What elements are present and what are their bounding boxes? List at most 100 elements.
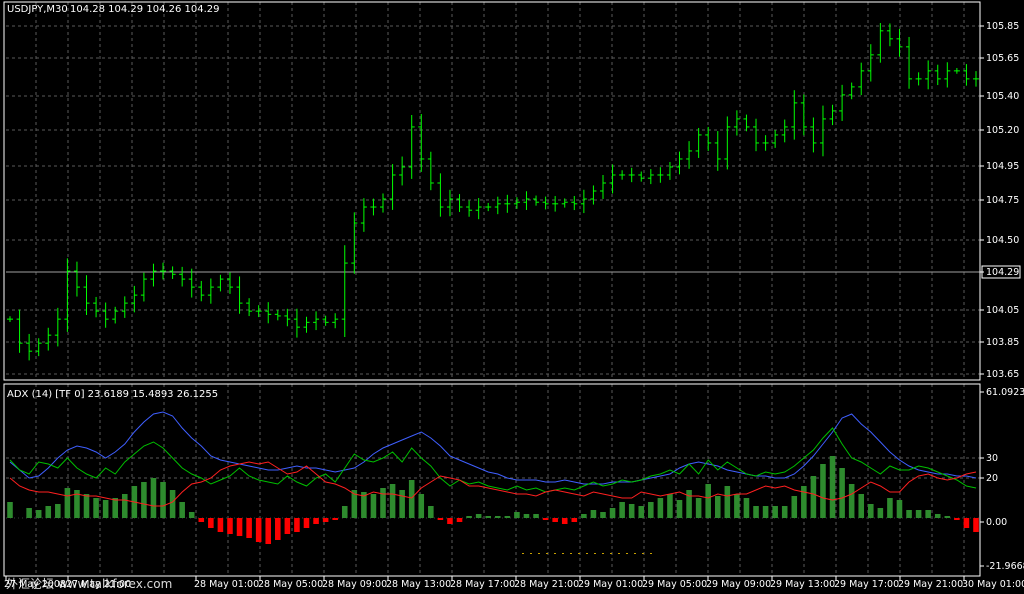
histogram-bar: [198, 518, 205, 522]
histogram-bar: [495, 516, 501, 518]
chart-canvas: 105.85 105.65 105.40 105.20 104.95 104.75 104.…: [0, 0, 1024, 594]
histogram-bar: [303, 518, 310, 528]
histogram-bar: [887, 498, 893, 518]
histogram-bar: [514, 512, 520, 518]
histogram-bar: [581, 514, 587, 518]
histogram-bar: [485, 516, 491, 518]
histogram-bar: [141, 482, 147, 518]
ohlc-label: 104.28 104.29 104.26 104.29: [70, 4, 220, 15]
histogram-bar: [734, 494, 740, 518]
marker-dot: [578, 553, 580, 554]
histogram-bar: [925, 510, 931, 518]
histogram-bar: [227, 518, 233, 534]
marker-dot: [618, 553, 620, 554]
histogram-bar: [475, 514, 482, 518]
price-tick-label: 104.75: [986, 195, 1019, 206]
time-tick-label: 29 May 05:00: [642, 579, 707, 590]
histogram-bar: [648, 502, 654, 518]
histogram-bar: [322, 518, 329, 522]
histogram-bar: [571, 518, 578, 522]
indicator-tick-label: 30: [986, 453, 998, 464]
histogram-bar: [829, 456, 836, 518]
histogram-bar: [963, 518, 970, 528]
time-tick-label: 28 May 17:00: [450, 579, 515, 590]
time-tick-label: 29 May 17:00: [834, 579, 899, 590]
histogram-bar: [7, 502, 13, 518]
histogram-bar: [389, 484, 396, 518]
indicator-tick-label: 0.00: [986, 517, 1007, 528]
time-tick-label: 29 May 13:00: [770, 579, 835, 590]
histogram-bar: [83, 494, 90, 518]
histogram-bar: [877, 508, 884, 518]
histogram-bar: [686, 490, 692, 518]
marker-dot: [602, 553, 604, 554]
histogram-bar: [657, 498, 664, 518]
marker-dot: [626, 553, 628, 554]
histogram-bar: [284, 518, 291, 534]
histogram-bar: [542, 518, 549, 520]
histogram-bar: [762, 506, 769, 518]
histogram-bar: [915, 510, 922, 518]
marker-dot: [554, 553, 556, 554]
histogram-bar: [609, 508, 616, 518]
histogram-bar: [896, 500, 903, 518]
histogram-bar: [102, 500, 109, 518]
marker-dot: [586, 553, 588, 554]
indicator-title: ADX (14) [TF 0] 23.6189 15.4893 26.1255: [7, 389, 218, 400]
histogram-bar: [341, 506, 348, 518]
histogram-bar: [313, 518, 319, 524]
marker-dot: [642, 553, 644, 554]
histogram-bar: [801, 486, 807, 518]
histogram-bar: [676, 500, 683, 518]
histogram-bar: [954, 518, 960, 520]
histogram-bar: [150, 478, 157, 518]
histogram-bar: [169, 490, 176, 518]
histogram-bar: [590, 510, 597, 518]
histogram-bar: [743, 498, 750, 518]
price-tick-label: 104.05: [986, 305, 1019, 316]
histogram-bar: [447, 518, 453, 524]
histogram-bar: [667, 494, 673, 518]
histogram-bar: [619, 502, 625, 518]
histogram-bar: [208, 518, 214, 528]
marker-dot: [562, 553, 564, 554]
histogram-bar: [791, 496, 798, 518]
histogram-bar: [64, 488, 71, 518]
indicator-tick-label: 61.0923: [986, 387, 1024, 398]
price-tick-label: 103.65: [986, 369, 1019, 380]
histogram-bar: [466, 516, 472, 518]
histogram-bar: [275, 518, 281, 540]
histogram-bar: [370, 494, 377, 518]
time-tick-label: 28 May 01:00: [194, 579, 259, 590]
histogram-bar: [399, 490, 405, 518]
histogram-bar: [26, 508, 32, 518]
price-tick-label: 105.65: [986, 53, 1019, 64]
histogram-bar: [380, 488, 386, 518]
histogram-bar: [112, 498, 118, 518]
histogram-bar: [294, 518, 300, 532]
histogram-bar: [45, 506, 52, 518]
histogram-bar: [839, 468, 845, 518]
marker-dot: [634, 553, 636, 554]
marker-dot: [650, 553, 652, 554]
histogram-bar: [638, 506, 645, 518]
price-tick-label: 105.85: [986, 21, 1019, 32]
histogram-bar: [437, 518, 444, 520]
indicator-tick-label: 20: [986, 473, 998, 484]
histogram-bar: [93, 498, 99, 518]
histogram-bar: [332, 518, 338, 520]
histogram-bar: [705, 484, 711, 518]
histogram-bar: [428, 506, 434, 518]
histogram-bar: [944, 516, 951, 518]
histogram-bar: [121, 494, 128, 518]
marker-dot: [530, 553, 532, 554]
time-tick-label: 30 May 01:00: [962, 579, 1024, 590]
price-tick-label: 105.20: [986, 125, 1019, 136]
histogram-bar: [255, 518, 262, 542]
histogram-bar: [820, 464, 826, 518]
histogram-bar: [858, 494, 865, 518]
histogram-bar: [55, 504, 61, 518]
indicator-tick-label: -21.9668: [986, 561, 1024, 572]
histogram-bar: [600, 512, 606, 518]
price-tick-label: 104.95: [986, 161, 1019, 172]
